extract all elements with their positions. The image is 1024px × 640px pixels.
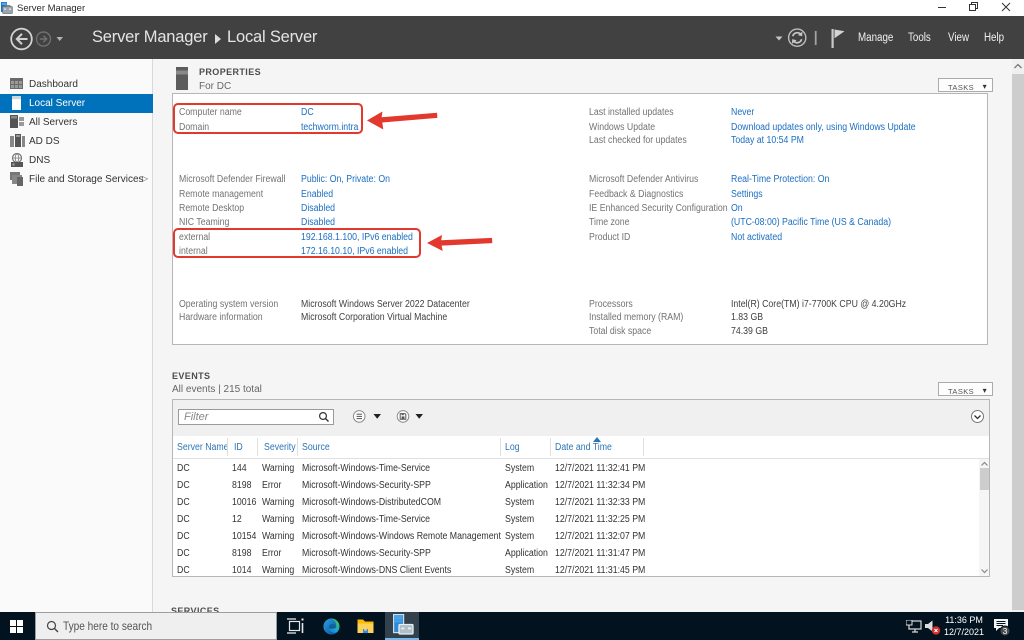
svg-text:3: 3 (1003, 626, 1008, 636)
